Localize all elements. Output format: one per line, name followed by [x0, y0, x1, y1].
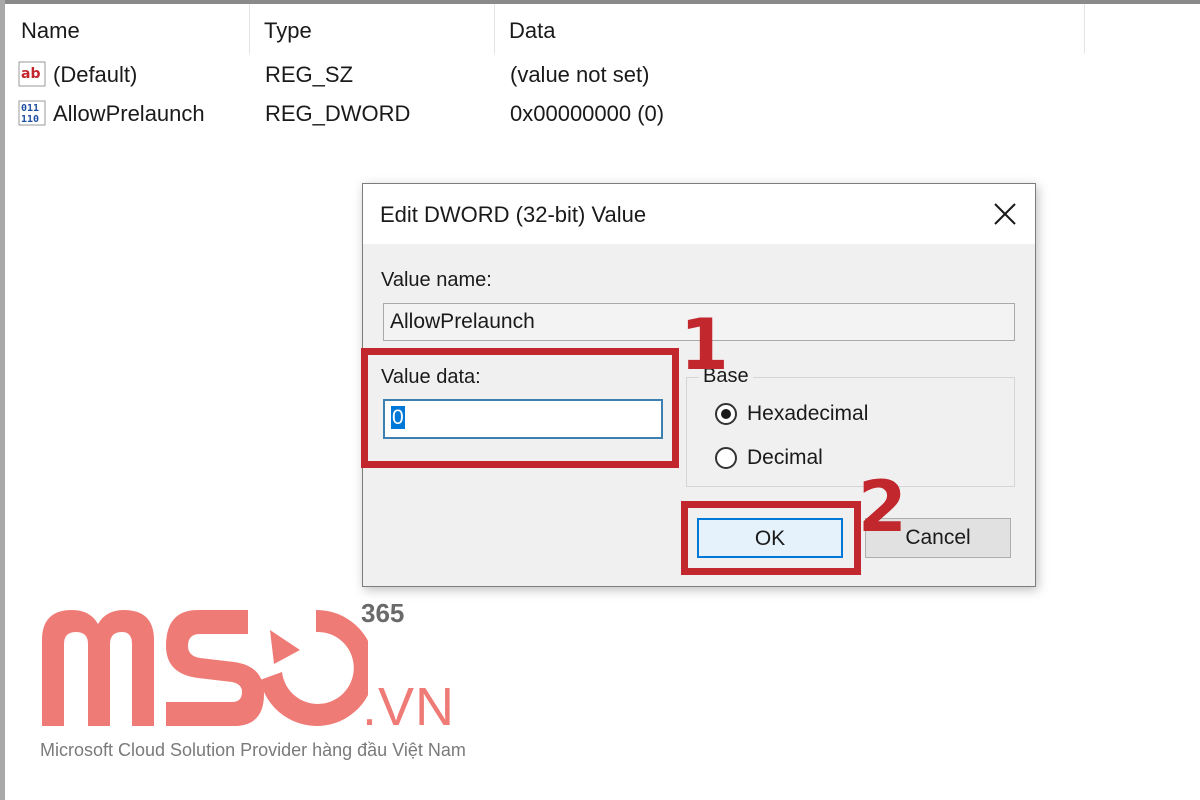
ok-button[interactable]: OK: [697, 518, 843, 558]
registry-value-type: REG_DWORD: [265, 101, 411, 126]
close-button[interactable]: [985, 194, 1025, 234]
svg-text:011: 011: [21, 103, 39, 114]
radio-decimal-label: Decimal: [747, 446, 823, 469]
column-header-name[interactable]: Name: [5, 4, 250, 54]
logo-domain-suffix: .VN: [362, 677, 456, 737]
string-value-icon: ab: [18, 61, 46, 87]
mso-logo: [42, 609, 368, 726]
registry-row-default[interactable]: ab (Default) REG_SZ (value not set): [5, 55, 1085, 93]
logo-superscript-365: 365: [361, 598, 405, 628]
close-icon: [994, 203, 1016, 225]
radio-hexadecimal[interactable]: Hexadecimal: [715, 399, 868, 429]
registry-value-type: REG_SZ: [265, 62, 354, 87]
svg-text:110: 110: [21, 114, 39, 125]
value-name-label: Value name:: [381, 269, 492, 291]
dialog-title: Edit DWORD (32-bit) Value: [380, 202, 647, 227]
binary-value-icon: 011 110: [18, 100, 46, 126]
registry-value-name: (Default): [53, 62, 138, 87]
radio-unchecked-icon: [715, 447, 737, 469]
svg-text:ab: ab: [21, 66, 40, 82]
annotation-step-2: 2: [858, 466, 907, 548]
annotation-step-1: 1: [680, 304, 729, 386]
value-data-label: Value data:: [381, 366, 481, 388]
registry-value-name: AllowPrelaunch: [53, 101, 205, 126]
dialog-titlebar[interactable]: Edit DWORD (32-bit) Value: [363, 184, 1035, 244]
registry-value-data: 0x00000000 (0): [510, 101, 665, 126]
radio-hexadecimal-label: Hexadecimal: [747, 402, 869, 425]
radio-checked-icon: [715, 403, 737, 425]
logo-tagline: Microsoft Cloud Solution Provider hàng đ…: [40, 740, 466, 760]
registry-value-data: (value not set): [510, 62, 650, 87]
registry-list-header: Name Type Data: [5, 4, 1085, 54]
value-data-text: 0: [391, 406, 405, 429]
registry-row-allowprelaunch[interactable]: 011 110 AllowPrelaunch REG_DWORD 0x00000…: [5, 94, 1085, 132]
column-header-type[interactable]: Type: [250, 4, 495, 54]
column-header-data[interactable]: Data: [495, 4, 1085, 54]
value-data-input[interactable]: 0: [383, 399, 663, 439]
radio-decimal[interactable]: Decimal: [715, 443, 823, 473]
